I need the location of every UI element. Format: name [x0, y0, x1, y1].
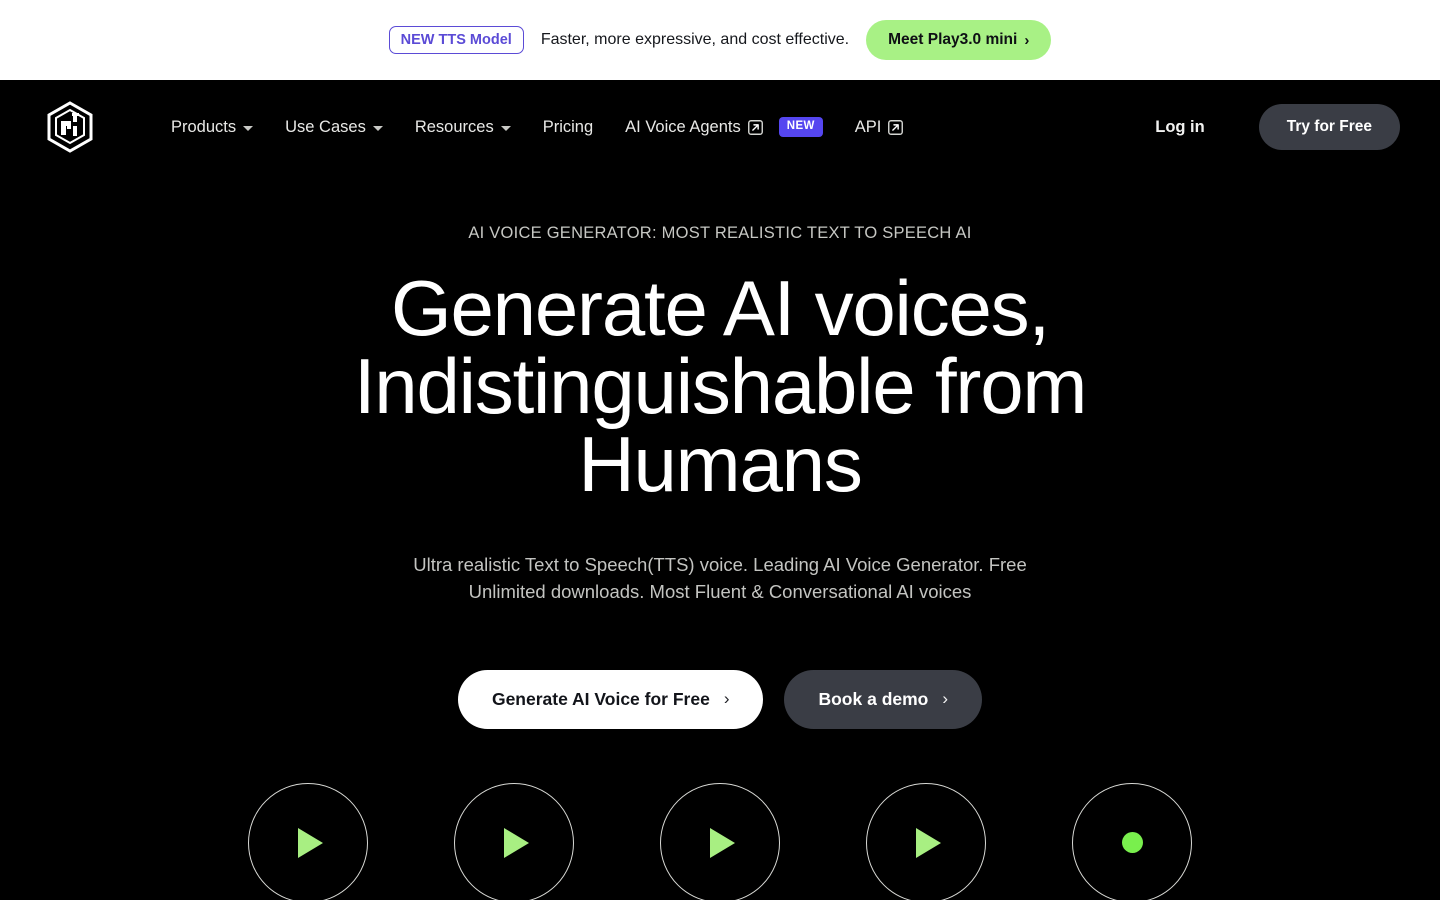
nav-item-pricing-label: Pricing: [542, 117, 594, 136]
nav-item-products-label: Products: [171, 117, 237, 136]
chevron-right-icon: ›: [1024, 31, 1030, 49]
nav-item-api[interactable]: API: [839, 110, 920, 145]
hero-eyebrow: AI VOICE GENERATOR: MOST REALISTIC TEXT …: [468, 224, 972, 242]
record-icon: [1121, 832, 1143, 854]
play-icon: [916, 827, 941, 858]
external-link-icon: [747, 119, 763, 135]
nav-item-use-cases-label: Use Cases: [285, 117, 366, 136]
new-tts-model-badge: NEW TTS Model: [388, 25, 524, 55]
nav-item-ai-voice-agents[interactable]: AI Voice Agents NEW: [609, 109, 839, 145]
voice-record-button[interactable]: [1072, 782, 1192, 900]
voice-sample-2-button[interactable]: [454, 782, 574, 900]
nav-item-use-cases[interactable]: Use Cases: [269, 110, 399, 145]
generate-ai-voice-label: Generate AI Voice for Free: [491, 688, 710, 709]
meet-play3-mini-label: Meet Play3.0 mini: [888, 31, 1018, 48]
hero-subtitle: Ultra realistic Text to Speech(TTS) voic…: [413, 554, 1027, 603]
chevron-right-icon: ›: [723, 689, 730, 709]
voice-sample-1-button[interactable]: [248, 782, 368, 900]
try-for-free-button[interactable]: Try for Free: [1258, 104, 1400, 150]
book-a-demo-label: Book a demo: [818, 688, 929, 709]
play-icon: [710, 827, 735, 858]
voice-sample-4-button[interactable]: [866, 782, 986, 900]
nav-item-ai-voice-agents-label: AI Voice Agents: [625, 117, 741, 136]
play-ht-cube-logo[interactable]: [46, 101, 94, 153]
chevron-down-icon: [372, 125, 383, 131]
nav-item-resources[interactable]: Resources: [399, 110, 527, 145]
voice-sample-circles: [0, 782, 1440, 900]
voice-sample-3-button[interactable]: [660, 782, 780, 900]
book-a-demo-button[interactable]: Book a demo ›: [784, 669, 983, 729]
chevron-down-icon: [243, 125, 254, 131]
main-navigation: Products Use Cases Resources Pricing AI …: [0, 80, 1440, 174]
chevron-right-icon: ›: [942, 689, 949, 709]
hero-cta-row: Generate AI Voice for Free › Book a demo…: [0, 669, 1440, 729]
chevron-down-icon: [500, 125, 511, 131]
nav-actions: Log in Try for Free: [1141, 104, 1400, 150]
external-link-icon: [888, 119, 904, 135]
announcement-message: Faster, more expressive, and cost effect…: [540, 31, 850, 48]
nav-links: Products Use Cases Resources Pricing AI …: [155, 109, 919, 145]
announcement-banner-inner: NEW TTS Model Faster, more expressive, a…: [388, 20, 1052, 60]
login-link[interactable]: Log in: [1141, 110, 1218, 145]
generate-ai-voice-button[interactable]: Generate AI Voice for Free ›: [457, 669, 764, 729]
play-icon: [504, 827, 529, 858]
play-icon: [298, 827, 323, 858]
nav-item-api-label: API: [854, 117, 882, 136]
nav-item-products[interactable]: Products: [155, 110, 269, 145]
nav-item-pricing[interactable]: Pricing: [527, 110, 609, 145]
announcement-banner: NEW TTS Model Faster, more expressive, a…: [0, 0, 1440, 80]
nav-new-badge: NEW: [778, 117, 823, 137]
page-title: Generate AI voices, Indistinguishable fr…: [353, 264, 1088, 508]
hero-section: AI VOICE GENERATOR: MOST REALISTIC TEXT …: [0, 174, 1440, 900]
meet-play3-mini-button[interactable]: Meet Play3.0 mini ›: [866, 20, 1052, 60]
nav-item-resources-label: Resources: [414, 117, 494, 136]
